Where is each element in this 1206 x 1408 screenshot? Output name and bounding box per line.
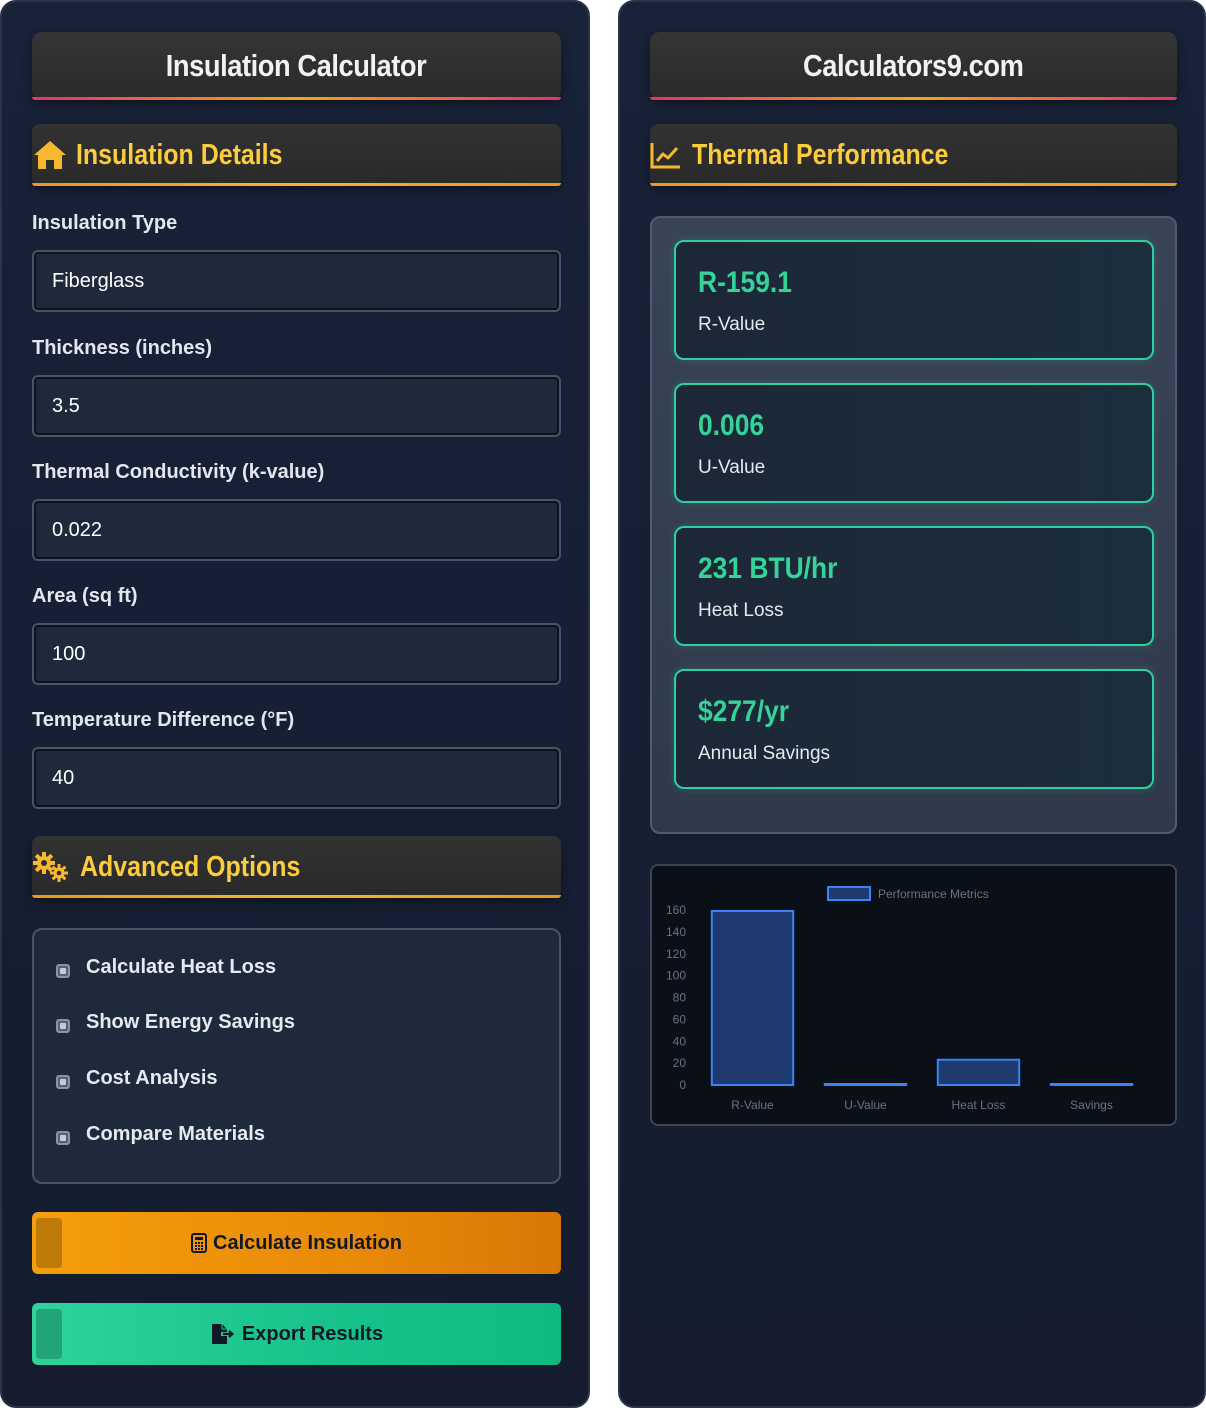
- results-panel: Calculators9.com Thermal Performance R-1…: [618, 0, 1206, 1408]
- option-label: Cost Analysis: [86, 1067, 218, 1089]
- results-container: R-159.1 R-Value 0.006 U-Value 231 BTU/hr…: [650, 216, 1177, 834]
- app-title-bar: Insulation Calculator: [32, 32, 561, 100]
- x-tick-label: Heat Loss: [951, 1098, 1005, 1112]
- thickness-label: Thickness (inches): [32, 337, 213, 359]
- checkbox[interactable]: [56, 1018, 70, 1033]
- calculator-panel: Insulation Calculator Insulation Details…: [0, 0, 590, 1408]
- x-tick-label: Savings: [1070, 1098, 1113, 1112]
- checkbox[interactable]: [56, 1074, 70, 1089]
- insulation-type-select[interactable]: [32, 250, 561, 312]
- heat-loss-result: 231 BTU/hr: [698, 552, 838, 585]
- k-value-label: Thermal Conductivity (k-value): [32, 461, 325, 483]
- thickness-input[interactable]: [32, 375, 561, 437]
- insulation-details-title: Insulation Details: [76, 138, 283, 171]
- option-label: Calculate Heat Loss: [86, 956, 277, 978]
- annual-savings-result: $277/yr: [698, 695, 790, 728]
- annual-savings-card: $277/yr Annual Savings: [674, 669, 1154, 789]
- performance-chart: 0 20 40 60 80 100 120 140 160 Performance Metrics…: [650, 864, 1177, 1126]
- export-results-label: Export Results: [241, 1322, 384, 1345]
- area-label: Area (sq ft): [32, 585, 138, 607]
- r-value-result: R-159.1: [698, 266, 792, 299]
- bar-u-value: [823, 1083, 908, 1086]
- thermal-performance-title: Thermal Performance: [692, 138, 949, 171]
- k-value-input[interactable]: [32, 499, 561, 561]
- calculate-insulation-button[interactable]: Calculate Insulation: [32, 1212, 561, 1274]
- temperature-difference-input[interactable]: [32, 747, 561, 809]
- insulation-details-header: Insulation Details: [32, 124, 561, 186]
- calculator-icon: [191, 1233, 208, 1253]
- annual-savings-label: Annual Savings: [698, 743, 831, 764]
- bar-heat-loss: [936, 1058, 1021, 1086]
- option-cost-analysis[interactable]: Cost Analysis: [56, 1067, 218, 1090]
- r-value-label: R-Value: [698, 314, 766, 335]
- home-icon: [32, 139, 68, 171]
- heat-loss-label: Heat Loss: [698, 600, 784, 621]
- insulation-type-label: Insulation Type: [32, 212, 178, 234]
- legend-label: Performance Metrics: [878, 887, 989, 901]
- y-tick-label: 0: [679, 1078, 686, 1092]
- advanced-options-title: Advanced Options: [80, 850, 301, 883]
- u-value-card: 0.006 U-Value: [674, 383, 1154, 503]
- gears-icon: [32, 851, 70, 883]
- file-export-icon: [210, 1323, 236, 1345]
- y-tick-label: 20: [673, 1056, 687, 1070]
- y-tick-label: 40: [673, 1034, 687, 1048]
- y-tick-label: 160: [666, 903, 686, 917]
- u-value-result: 0.006: [698, 409, 765, 442]
- checkbox[interactable]: [56, 1130, 70, 1145]
- site-title-bar: Calculators9.com: [650, 32, 1177, 100]
- option-compare-materials[interactable]: Compare Materials: [56, 1123, 265, 1146]
- area-input[interactable]: [32, 623, 561, 685]
- advanced-options-header: Advanced Options: [32, 836, 561, 898]
- r-value-card: R-159.1 R-Value: [674, 240, 1154, 360]
- thermal-performance-header: Thermal Performance: [650, 124, 1177, 186]
- option-show-energy-savings[interactable]: Show Energy Savings: [56, 1011, 295, 1034]
- checkbox[interactable]: [56, 963, 70, 978]
- legend-swatch: [827, 886, 871, 901]
- export-results-button[interactable]: Export Results: [32, 1303, 561, 1365]
- x-tick-label: U-Value: [844, 1098, 887, 1112]
- bar-savings: [1049, 1083, 1134, 1086]
- heat-loss-card: 231 BTU/hr Heat Loss: [674, 526, 1154, 646]
- x-tick-label: R-Value: [731, 1098, 774, 1112]
- bar-chart: 0 20 40 60 80 100 120 140 160 Performance Metrics…: [666, 886, 1134, 1112]
- y-tick-label: 140: [666, 925, 686, 939]
- temperature-difference-label: Temperature Difference (°F): [32, 709, 295, 731]
- bar-r-value: [710, 909, 795, 1086]
- option-calculate-heat-loss[interactable]: Calculate Heat Loss: [56, 956, 276, 979]
- chart-line-icon: [650, 141, 682, 169]
- y-tick-label: 80: [673, 991, 687, 1005]
- site-title: Calculators9.com: [803, 48, 1024, 83]
- advanced-options-list: Calculate Heat Loss Show Energy Savings …: [32, 928, 561, 1184]
- option-label: Show Energy Savings: [86, 1011, 295, 1033]
- y-tick-label: 100: [666, 969, 686, 983]
- option-label: Compare Materials: [86, 1123, 265, 1145]
- y-tick-label: 120: [666, 947, 686, 961]
- y-tick-label: 60: [673, 1012, 687, 1026]
- calculate-insulation-label: Calculate Insulation: [213, 1231, 402, 1254]
- u-value-label: U-Value: [698, 457, 766, 478]
- app-title: Insulation Calculator: [166, 48, 427, 83]
